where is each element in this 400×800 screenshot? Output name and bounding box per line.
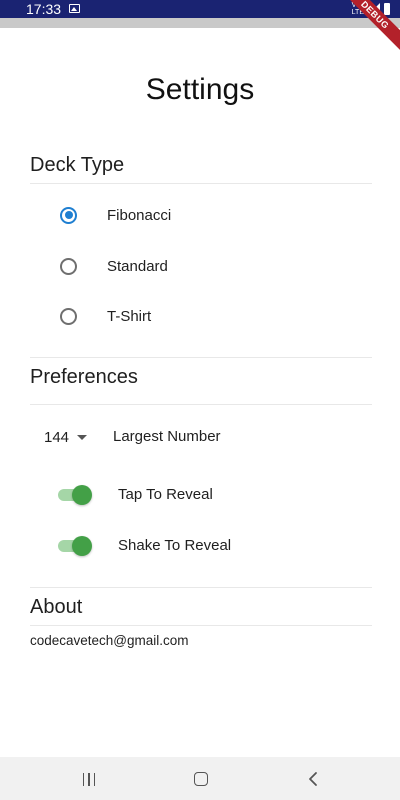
- home-icon: [194, 772, 208, 786]
- status-bar: 17:33 Vo) LTE: [0, 0, 400, 18]
- largest-number-label: Largest Number: [113, 428, 221, 445]
- section-title-about: About: [30, 596, 83, 618]
- back-button[interactable]: [301, 767, 325, 791]
- page-title: Settings: [145, 73, 255, 106]
- contact-email[interactable]: codecavetech@gmail.com: [30, 633, 189, 648]
- toggle-row-tap-to-reveal: Tap To Reveal: [56, 482, 376, 508]
- switch-thumb[interactable]: [72, 536, 92, 556]
- toggle-label: Tap To Reveal: [118, 486, 213, 503]
- radio-option-standard[interactable]: Standard: [52, 251, 352, 281]
- toggle-row-shake-to-reveal: Shake To Reveal: [56, 533, 376, 559]
- recents-button[interactable]: [77, 767, 101, 791]
- back-icon: [309, 772, 317, 786]
- radio-unselected-icon[interactable]: [60, 257, 77, 275]
- app-bar-strip: [0, 18, 400, 28]
- divider: [30, 357, 372, 358]
- section-title-deck-type: Deck Type: [30, 154, 125, 176]
- radio-unselected-icon[interactable]: [60, 307, 77, 325]
- divider: [30, 183, 372, 184]
- tap-to-reveal-switch[interactable]: [56, 485, 94, 505]
- navigation-bar: [0, 757, 400, 800]
- radio-option-t-shirt[interactable]: T-Shirt: [52, 301, 352, 331]
- shake-to-reveal-switch[interactable]: [56, 536, 94, 556]
- dropdown-value[interactable]: 144: [44, 429, 69, 446]
- divider: [30, 625, 372, 626]
- divider: [30, 404, 372, 405]
- radio-option-fibonacci[interactable]: Fibonacci: [52, 200, 352, 230]
- divider: [30, 587, 372, 588]
- radio-label: Fibonacci: [107, 206, 172, 224]
- recents-icon: [82, 772, 96, 786]
- radio-label: T-Shirt: [107, 307, 152, 325]
- chevron-down-icon[interactable]: [77, 434, 88, 440]
- radio-label: Standard: [107, 257, 168, 275]
- toggle-label: Shake To Reveal: [118, 537, 232, 554]
- battery-icon: [384, 3, 390, 15]
- image-notification-icon: [69, 4, 80, 13]
- radio-selected-icon[interactable]: [60, 206, 77, 224]
- section-title-preferences: Preferences: [30, 366, 138, 388]
- largest-number-dropdown[interactable]: 144: [44, 426, 88, 448]
- home-button[interactable]: [189, 767, 213, 791]
- status-time: 17:33: [26, 1, 62, 17]
- switch-thumb[interactable]: [72, 485, 92, 505]
